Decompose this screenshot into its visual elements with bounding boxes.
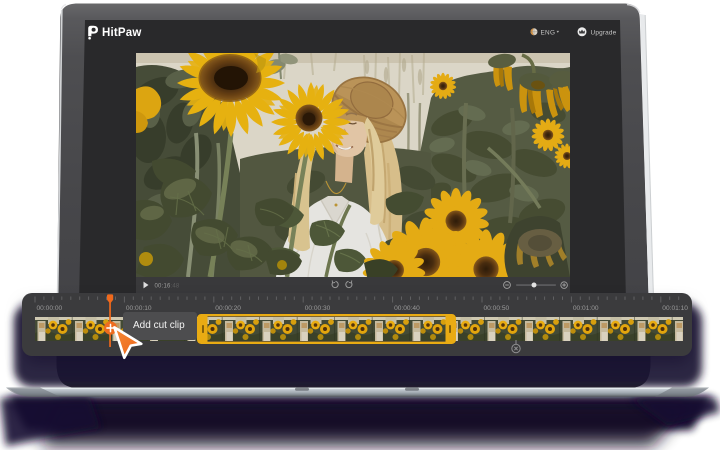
svg-text:Upgrade: Upgrade	[591, 29, 617, 36]
svg-text:00:00:10: 00:00:10	[126, 305, 152, 312]
svg-text:00:00:00: 00:00:00	[37, 305, 63, 312]
svg-text:00:00:20: 00:00:20	[215, 305, 241, 312]
svg-text:HitPaw: HitPaw	[102, 27, 142, 39]
svg-text:00:16:48: 00:16:48	[155, 283, 180, 289]
svg-text:00:01:00: 00:01:00	[573, 305, 599, 312]
svg-text:00:00:40: 00:00:40	[394, 305, 420, 312]
svg-text:00:01:10: 00:01:10	[662, 305, 688, 312]
svg-text:ENG: ENG	[541, 29, 556, 36]
svg-text:00:00:50: 00:00:50	[484, 305, 510, 312]
svg-text:00:00:30: 00:00:30	[305, 305, 331, 312]
